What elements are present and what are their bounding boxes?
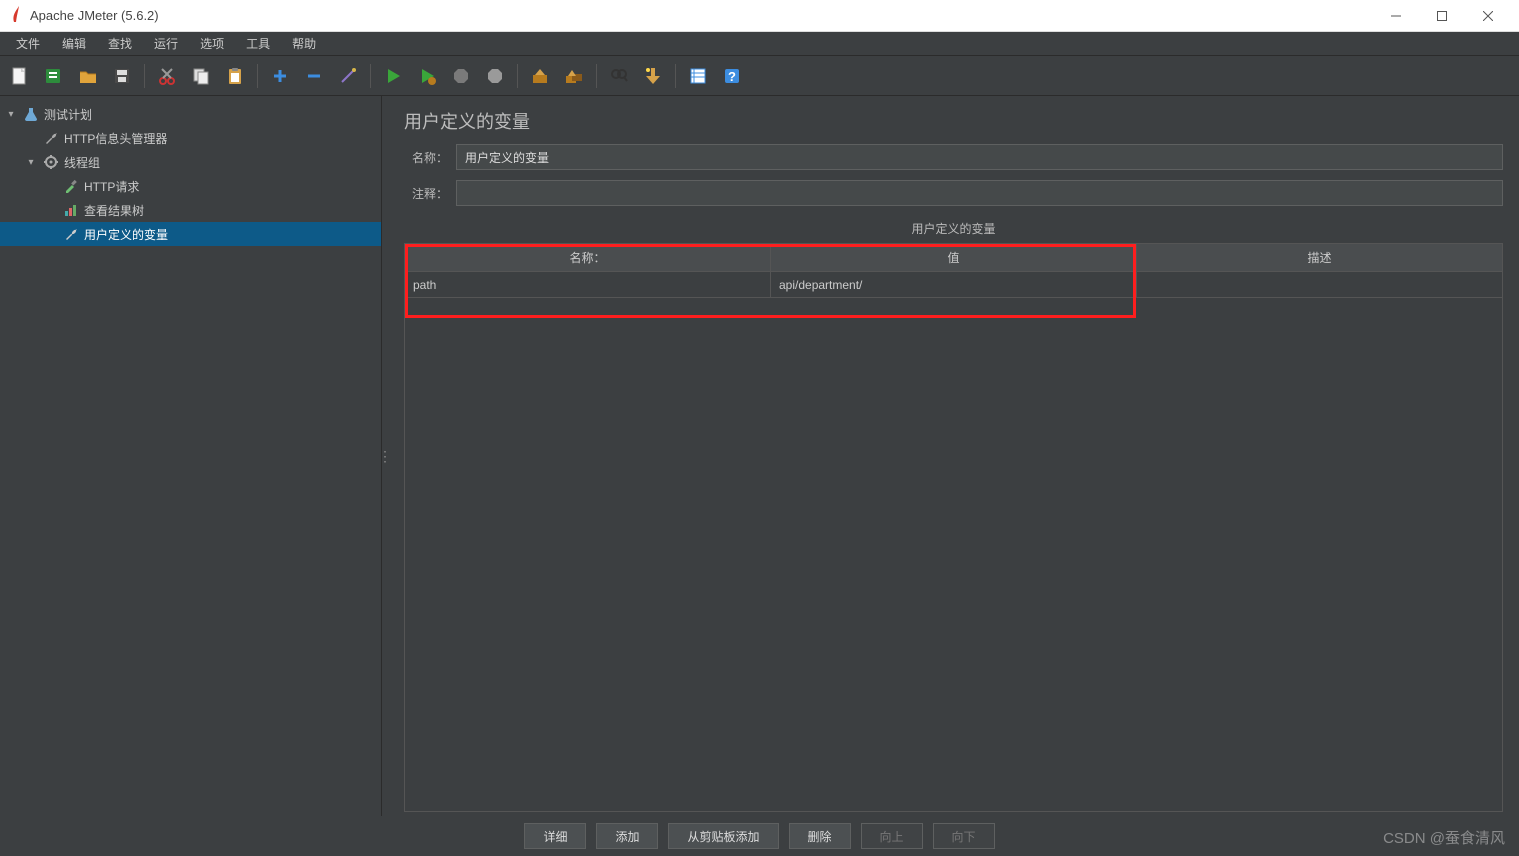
detail-button[interactable]: 详细: [524, 823, 586, 849]
tree-item-label: HTTP请求: [84, 178, 139, 195]
menu-edit[interactable]: 编辑: [52, 33, 96, 54]
window-title: Apache JMeter (5.6.2): [30, 8, 1373, 23]
wrench-icon: [62, 227, 80, 241]
name-label: 名称：: [404, 149, 448, 166]
field-comment-row: 注释：: [404, 180, 1503, 206]
name-input[interactable]: [456, 144, 1503, 170]
cell-value[interactable]: api/department/: [771, 272, 1137, 298]
panel-title: 用户定义的变量: [404, 108, 1503, 134]
tree-item-label: 线程组: [64, 154, 100, 171]
tree-toggle-icon[interactable]: ▾: [4, 109, 18, 120]
section-label: 用户定义的变量: [404, 220, 1503, 237]
paste-icon[interactable]: [221, 62, 249, 90]
tree-item-label: 测试计划: [44, 106, 92, 123]
tree-item-label: 用户定义的变量: [84, 226, 168, 243]
delete-button[interactable]: 删除: [789, 823, 851, 849]
close-button[interactable]: [1465, 0, 1511, 31]
tree-pane[interactable]: ▾ 测试计划 HTTP信息头管理器 ▾ 线程组 HTTP请求 查看结果树 用: [0, 96, 382, 816]
tree-toggle-icon[interactable]: ▾: [24, 157, 38, 168]
tree-item-label: HTTP信息头管理器: [64, 130, 167, 147]
svg-text:?: ?: [728, 69, 736, 84]
th-value[interactable]: 值: [771, 244, 1137, 272]
tree-item-label: 查看结果树: [84, 202, 144, 219]
find-icon[interactable]: [605, 62, 633, 90]
toolbar-separator: [517, 64, 518, 88]
menu-search[interactable]: 查找: [98, 33, 142, 54]
comment-input[interactable]: [456, 180, 1503, 206]
menu-run[interactable]: 运行: [144, 33, 188, 54]
tree-item-http-header-mgr[interactable]: HTTP信息头管理器: [0, 126, 381, 150]
window-titlebar: Apache JMeter (5.6.2): [0, 0, 1519, 32]
minimize-button[interactable]: [1373, 0, 1419, 31]
comment-label: 注释：: [404, 185, 448, 202]
th-desc[interactable]: 描述: [1137, 244, 1502, 272]
cell-name[interactable]: path: [405, 272, 771, 298]
new-file-icon[interactable]: [6, 62, 34, 90]
table-body[interactable]: path api/department/: [405, 272, 1502, 811]
field-name-row: 名称：: [404, 144, 1503, 170]
toolbar-separator: [370, 64, 371, 88]
menu-file[interactable]: 文件: [6, 33, 50, 54]
toolbar-separator: [596, 64, 597, 88]
toolbar-separator: [257, 64, 258, 88]
play-no-timer-icon[interactable]: [413, 62, 441, 90]
wrench-icon: [42, 131, 60, 145]
flask-icon: [22, 107, 40, 121]
maximize-button[interactable]: [1419, 0, 1465, 31]
open-template-icon[interactable]: [40, 62, 68, 90]
cell-desc[interactable]: [1137, 272, 1502, 298]
play-icon[interactable]: [379, 62, 407, 90]
vars-table[interactable]: 名称： 值 描述 path api/department/: [404, 243, 1503, 812]
wand-icon[interactable]: [334, 62, 362, 90]
tree-item-test-plan[interactable]: ▾ 测试计划: [0, 102, 381, 126]
help-icon[interactable]: ?: [718, 62, 746, 90]
window-controls: [1373, 0, 1511, 31]
chart-icon: [62, 203, 80, 217]
menu-tools[interactable]: 工具: [236, 33, 280, 54]
gear-icon: [42, 155, 60, 169]
add-from-clipboard-button[interactable]: 从剪贴板添加: [668, 823, 778, 849]
table-header: 名称： 值 描述: [405, 244, 1502, 272]
table-row[interactable]: path api/department/: [405, 272, 1502, 298]
save-icon[interactable]: [108, 62, 136, 90]
tree-item-user-defined-vars[interactable]: 用户定义的变量: [0, 222, 381, 246]
toolbar: ?: [0, 56, 1519, 96]
open-folder-icon[interactable]: [74, 62, 102, 90]
toggle-icon[interactable]: [684, 62, 712, 90]
tree-item-thread-group[interactable]: ▾ 线程组: [0, 150, 381, 174]
menubar: 文件 编辑 查找 运行 选项 工具 帮助: [0, 32, 1519, 56]
move-up-button[interactable]: 向上: [861, 823, 923, 849]
th-name[interactable]: 名称：: [405, 244, 771, 272]
app-icon: [8, 5, 22, 26]
add-button[interactable]: 添加: [596, 823, 658, 849]
clear-all-icon[interactable]: [560, 62, 588, 90]
move-down-button[interactable]: 向下: [933, 823, 995, 849]
main-split: ▾ 测试计划 HTTP信息头管理器 ▾ 线程组 HTTP请求 查看结果树 用: [0, 96, 1519, 816]
copy-icon[interactable]: [187, 62, 215, 90]
toolbar-separator: [144, 64, 145, 88]
add-icon[interactable]: [266, 62, 294, 90]
menu-help[interactable]: 帮助: [282, 33, 326, 54]
tree-item-view-results-tree[interactable]: 查看结果树: [0, 198, 381, 222]
stop-icon[interactable]: [447, 62, 475, 90]
function-icon[interactable]: [639, 62, 667, 90]
toolbar-separator: [675, 64, 676, 88]
shutdown-icon[interactable]: [481, 62, 509, 90]
clear-one-icon[interactable]: [526, 62, 554, 90]
content-pane: 用户定义的变量 名称： 注释： 用户定义的变量 名称： 值 描述 path ap…: [388, 96, 1519, 816]
dropper-icon: [62, 179, 80, 193]
tree-item-http-request[interactable]: HTTP请求: [0, 174, 381, 198]
remove-icon[interactable]: [300, 62, 328, 90]
menu-options[interactable]: 选项: [190, 33, 234, 54]
button-row: 详细 添加 从剪贴板添加 删除 向上 向下: [0, 816, 1519, 856]
cut-icon[interactable]: [153, 62, 181, 90]
